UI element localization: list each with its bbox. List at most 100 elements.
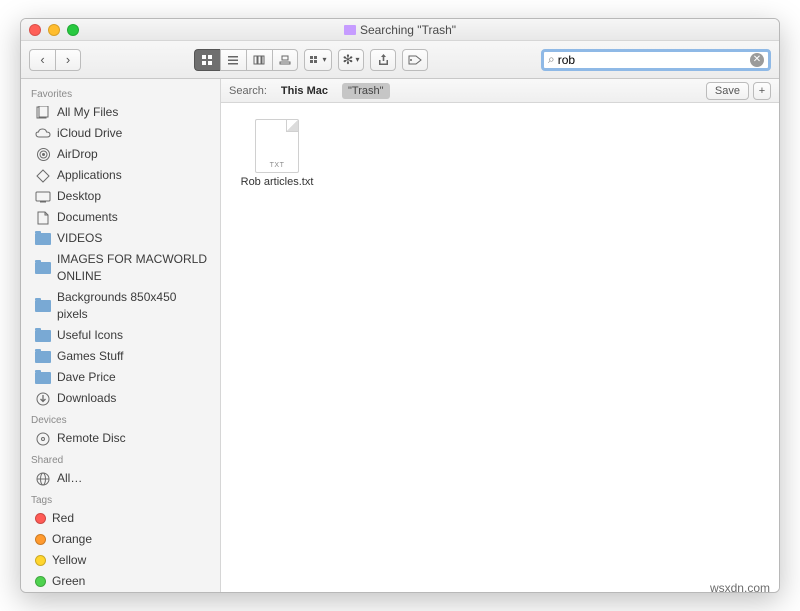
folder-icon: [35, 299, 51, 313]
sidebar-item-videos[interactable]: VIDEOS: [21, 228, 220, 249]
sidebar-item-label: IMAGES FOR MACWORLD ONLINE: [57, 251, 210, 285]
sidebar-item-label: Desktop: [57, 188, 101, 205]
sidebar-item-label: Remote Disc: [57, 430, 126, 447]
disc-icon: [35, 432, 51, 446]
tags-header: Tags: [21, 489, 220, 508]
close-button[interactable]: [29, 24, 41, 36]
sidebar-item-all-[interactable]: All…: [21, 468, 220, 489]
sidebar-item-label: VIDEOS: [57, 230, 102, 247]
folder-icon: [35, 371, 51, 385]
sidebar-item-images-for-macworld-online[interactable]: IMAGES FOR MACWORLD ONLINE: [21, 249, 220, 287]
sidebar-item-label: Downloads: [57, 390, 116, 407]
search-icon: ⌕: [548, 52, 555, 67]
share-button[interactable]: [370, 49, 396, 71]
save-search-button[interactable]: Save: [706, 82, 749, 100]
folder-icon: [35, 261, 51, 275]
clear-search-button[interactable]: ✕: [750, 53, 764, 67]
scope-trash[interactable]: "Trash": [342, 83, 390, 99]
finder-window: Searching "Trash" ‹ › ▾: [20, 18, 780, 593]
arrange-group: ▾: [304, 49, 332, 71]
action-group: ✻▾: [338, 49, 365, 71]
sidebar-item-label: Useful Icons: [57, 327, 123, 344]
tag-green[interactable]: Green: [21, 571, 220, 592]
sidebar-item-backgrounds-850x450-pixels[interactable]: Backgrounds 850x450 pixels: [21, 287, 220, 325]
tag-yellow[interactable]: Yellow: [21, 550, 220, 571]
tag-orange[interactable]: Orange: [21, 529, 220, 550]
content-area: Favorites All My FilesiCloud DriveAirDro…: [21, 79, 779, 592]
sidebar-item-label: Backgrounds 850x450 pixels: [57, 289, 210, 323]
tag-red[interactable]: Red: [21, 508, 220, 529]
shared-header: Shared: [21, 449, 220, 468]
share-icon: [378, 54, 389, 66]
sidebar-item-label: Games Stuff: [57, 348, 123, 365]
gear-icon: ✻: [343, 52, 354, 68]
toolbar: ‹ › ▾ ✻▾: [21, 41, 779, 79]
tag-icon: [408, 55, 422, 65]
tag-label: Red: [52, 510, 74, 527]
view-mode-buttons: [194, 49, 298, 71]
title-folder-icon: [344, 25, 356, 35]
downloads-icon: [35, 392, 51, 406]
tag-color-icon: [35, 534, 46, 545]
folder-icon: [35, 232, 51, 246]
watermark: wsxdn.com: [710, 581, 770, 595]
zoom-button[interactable]: [67, 24, 79, 36]
tag-color-icon: [35, 513, 46, 524]
main-pane: Search: This Mac "Trash" Save + TXT Rob a…: [221, 79, 779, 592]
scope-label: Search:: [229, 85, 267, 97]
sidebar-item-remote-disc[interactable]: Remote Disc: [21, 428, 220, 449]
file-ext: TXT: [270, 162, 285, 169]
tags-button[interactable]: [402, 49, 428, 71]
tag-label: Green: [52, 573, 85, 590]
column-view-button[interactable]: [246, 49, 272, 71]
sidebar-item-label: All…: [57, 470, 82, 487]
sidebar-item-downloads[interactable]: Downloads: [21, 388, 220, 409]
action-button[interactable]: ✻▾: [338, 49, 365, 71]
arrange-button[interactable]: ▾: [304, 49, 332, 71]
documents-icon: [35, 211, 51, 225]
file-item[interactable]: TXT Rob articles.txt: [237, 119, 317, 188]
forward-button[interactable]: ›: [55, 49, 81, 71]
add-criteria-button[interactable]: +: [753, 82, 771, 100]
apps-icon: [35, 169, 51, 183]
search-scope-bar: Search: This Mac "Trash" Save +: [221, 79, 779, 103]
sidebar-item-label: AirDrop: [57, 146, 98, 163]
icon-view-button[interactable]: [194, 49, 220, 71]
window-title: Searching "Trash": [21, 23, 779, 37]
sidebar-item-icloud-drive[interactable]: iCloud Drive: [21, 123, 220, 144]
sidebar-item-label: iCloud Drive: [57, 125, 122, 142]
file-grid: TXT Rob articles.txt: [221, 103, 779, 592]
sidebar-item-label: All My Files: [57, 104, 118, 121]
airdrop-icon: [35, 148, 51, 162]
globe-icon: [35, 472, 51, 486]
sidebar-item-label: Applications: [57, 167, 122, 184]
sidebar-item-documents[interactable]: Documents: [21, 207, 220, 228]
scope-this-mac[interactable]: This Mac: [275, 83, 334, 99]
sidebar-item-label: Documents: [57, 209, 118, 226]
titlebar: Searching "Trash": [21, 19, 779, 41]
search-field[interactable]: ⌕ ✕: [541, 49, 771, 71]
file-icon: TXT: [255, 119, 299, 173]
sidebar: Favorites All My FilesiCloud DriveAirDro…: [21, 79, 221, 592]
sidebar-item-all-my-files[interactable]: All My Files: [21, 102, 220, 123]
nav-buttons: ‹ ›: [29, 49, 81, 71]
title-text: Searching "Trash": [360, 23, 456, 37]
sidebar-item-games-stuff[interactable]: Games Stuff: [21, 346, 220, 367]
search-input[interactable]: [558, 53, 750, 67]
list-view-button[interactable]: [220, 49, 246, 71]
back-button[interactable]: ‹: [29, 49, 55, 71]
devices-header: Devices: [21, 409, 220, 428]
sidebar-item-dave-price[interactable]: Dave Price: [21, 367, 220, 388]
sidebar-item-applications[interactable]: Applications: [21, 165, 220, 186]
minimize-button[interactable]: [48, 24, 60, 36]
icloud-icon: [35, 127, 51, 141]
sidebar-item-label: Dave Price: [57, 369, 116, 386]
sidebar-item-useful-icons[interactable]: Useful Icons: [21, 325, 220, 346]
sidebar-item-airdrop[interactable]: AirDrop: [21, 144, 220, 165]
tag-label: Orange: [52, 531, 92, 548]
folder-icon: [35, 350, 51, 364]
coverflow-view-button[interactable]: [272, 49, 298, 71]
sidebar-item-desktop[interactable]: Desktop: [21, 186, 220, 207]
tag-label: Yellow: [52, 552, 86, 569]
file-name: Rob articles.txt: [241, 176, 314, 188]
